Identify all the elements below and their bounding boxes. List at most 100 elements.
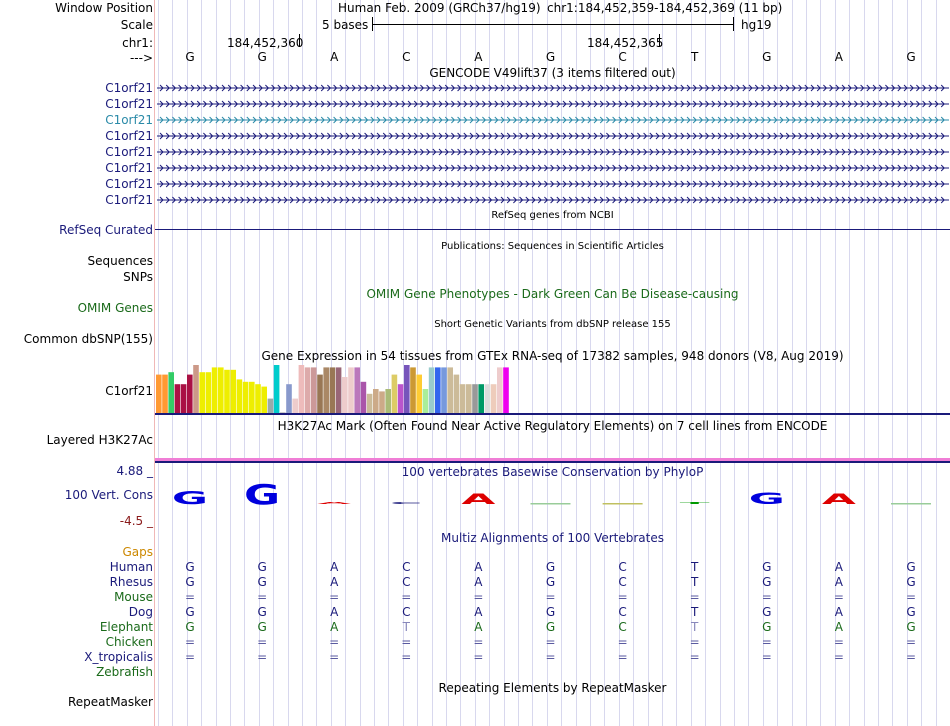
db-label: hg19 — [741, 18, 772, 32]
gtex-tissue-bar[interactable] — [304, 367, 311, 413]
gtex-tissue-bar[interactable] — [187, 374, 193, 413]
gtex-tissue-bar[interactable] — [348, 367, 354, 413]
gtex-tissue-bar[interactable] — [286, 384, 292, 413]
gtex-tissue-bar[interactable] — [218, 367, 224, 413]
gencode-transcript-line[interactable] — [157, 113, 949, 127]
multiz-base: G — [545, 605, 556, 619]
gtex-label[interactable]: C1orf21 — [105, 384, 153, 398]
gtex-tissue-bar[interactable] — [249, 381, 255, 413]
gtex-tissue-bar[interactable] — [459, 384, 466, 413]
gtex-tissue-bar[interactable] — [205, 372, 212, 413]
multiz-base: G — [762, 560, 772, 574]
gtex-tissue-bar[interactable] — [292, 398, 298, 413]
gtex-tissue-bar[interactable] — [174, 384, 181, 413]
gencode-item-label[interactable]: C1orf21 — [105, 113, 153, 127]
gtex-tissue-bar[interactable] — [484, 384, 491, 413]
gencode-item-label[interactable]: C1orf21 — [105, 145, 153, 159]
gtex-tissue-bar[interactable] — [224, 369, 230, 413]
gencode-item-label[interactable]: C1orf21 — [105, 81, 153, 95]
gtex-tissue-bar[interactable] — [385, 389, 391, 413]
gtex-tissue-bar[interactable] — [267, 398, 274, 413]
gtex-tissue-bar[interactable] — [373, 389, 379, 413]
gtex-tissue-bar[interactable] — [236, 379, 243, 413]
gtex-tissue-bar[interactable] — [428, 367, 435, 413]
gtex-tissue-bar[interactable] — [466, 384, 472, 413]
multiz-species-label[interactable]: Mouse — [114, 590, 153, 604]
gencode-transcript-line[interactable] — [157, 97, 949, 111]
gtex-tissue-bar[interactable] — [335, 367, 342, 413]
snps-label[interactable]: SNPs — [123, 270, 153, 284]
gencode-item-label[interactable]: C1orf21 — [105, 177, 153, 191]
gtex-bar-chart[interactable] — [155, 364, 535, 414]
gencode-transcript-line[interactable] — [157, 161, 949, 175]
gtex-tissue-bar[interactable] — [366, 393, 373, 413]
multiz-base: = — [473, 650, 484, 664]
phylop-logo[interactable]: GGACATGA — [155, 480, 950, 520]
refseq-line[interactable] — [155, 229, 950, 230]
gtex-tissue-bar[interactable] — [422, 389, 429, 413]
gencode-item-label[interactable]: C1orf21 — [105, 129, 153, 143]
h3k27ac-label[interactable]: Layered H3K27Ac — [47, 433, 153, 447]
gtex-tissue-bar[interactable] — [168, 372, 174, 413]
sequence-base: G — [257, 50, 267, 64]
gtex-tissue-bar[interactable] — [317, 374, 323, 413]
gtex-tissue-bar[interactable] — [255, 384, 261, 413]
refseq-label[interactable]: RefSeq Curated — [59, 223, 153, 237]
gtex-tissue-bar[interactable] — [211, 367, 218, 413]
gtex-tissue-bar[interactable] — [329, 367, 336, 413]
genome-browser-image[interactable]: Window Position Human Feb. 2009 (GRCh37/… — [0, 0, 950, 726]
gencode-transcript-line[interactable] — [157, 193, 949, 207]
gtex-tissue-bar[interactable] — [453, 374, 460, 413]
gtex-tissue-bar[interactable] — [261, 386, 267, 413]
gencode-transcript-line[interactable] — [157, 81, 949, 95]
gencode-item-label[interactable]: C1orf21 — [105, 161, 153, 175]
gencode-item-label[interactable]: C1orf21 — [105, 193, 153, 207]
sequences-label[interactable]: Sequences — [88, 254, 153, 268]
gencode-transcript-line[interactable] — [157, 145, 949, 159]
gtex-tissue-bar[interactable] — [230, 369, 236, 413]
gencode-item-label[interactable]: C1orf21 — [105, 97, 153, 111]
gtex-tissue-bar[interactable] — [242, 381, 249, 413]
gtex-tissue-bar[interactable] — [273, 365, 280, 413]
multiz-base: A — [834, 605, 843, 619]
gtex-tissue-bar[interactable] — [397, 384, 404, 413]
gtex-tissue-bar[interactable] — [391, 374, 398, 413]
gtex-tissue-bar[interactable] — [472, 384, 478, 413]
gtex-tissue-bar[interactable] — [342, 377, 348, 413]
gtex-tissue-bar[interactable] — [416, 374, 422, 413]
gencode-transcript-line[interactable] — [157, 177, 949, 191]
repeatmasker-label[interactable]: RepeatMasker — [68, 695, 153, 709]
omim-label[interactable]: OMIM Genes — [78, 301, 153, 315]
multiz-base: = — [184, 635, 196, 649]
gtex-tissue-bar[interactable] — [323, 367, 329, 413]
multiz-species-label[interactable]: Dog — [129, 605, 153, 619]
multiz-species-label[interactable]: X_tropicalis — [84, 650, 153, 664]
gtex-tissue-bar[interactable] — [497, 367, 503, 413]
gtex-tissue-bar[interactable] — [503, 367, 509, 413]
gtex-tissue-bar[interactable] — [478, 384, 484, 413]
dbsnp-label[interactable]: Common dbSNP(155) — [24, 332, 153, 346]
gtex-tissue-bar[interactable] — [156, 374, 162, 413]
gtex-tissue-bar[interactable] — [441, 367, 447, 413]
multiz-species-label[interactable]: Chicken — [106, 635, 153, 649]
gtex-tissue-bar[interactable] — [490, 384, 497, 413]
gtex-tissue-bar[interactable] — [311, 367, 317, 413]
phylop-label[interactable]: 100 Vert. Cons — [65, 488, 153, 502]
gtex-tissue-bar[interactable] — [180, 384, 187, 413]
gtex-tissue-bar[interactable] — [435, 367, 441, 413]
gencode-transcript-line[interactable] — [157, 129, 949, 143]
gtex-tissue-bar[interactable] — [354, 367, 360, 413]
gtex-tissue-bar[interactable] — [410, 367, 416, 413]
gtex-tissue-bar[interactable] — [162, 374, 168, 413]
multiz-species-label[interactable]: Rhesus — [110, 575, 153, 589]
multiz-species-label[interactable]: Elephant — [100, 620, 153, 634]
multiz-species-label[interactable]: Zebrafish — [96, 665, 153, 679]
gtex-tissue-bar[interactable] — [193, 365, 199, 413]
gtex-tissue-bar[interactable] — [360, 381, 367, 413]
gtex-tissue-bar[interactable] — [447, 367, 453, 413]
gtex-tissue-bar[interactable] — [199, 372, 205, 413]
gtex-tissue-bar[interactable] — [404, 365, 410, 413]
gtex-tissue-bar[interactable] — [379, 391, 385, 413]
gtex-tissue-bar[interactable] — [298, 365, 305, 413]
multiz-species-label[interactable]: Human — [110, 560, 153, 574]
